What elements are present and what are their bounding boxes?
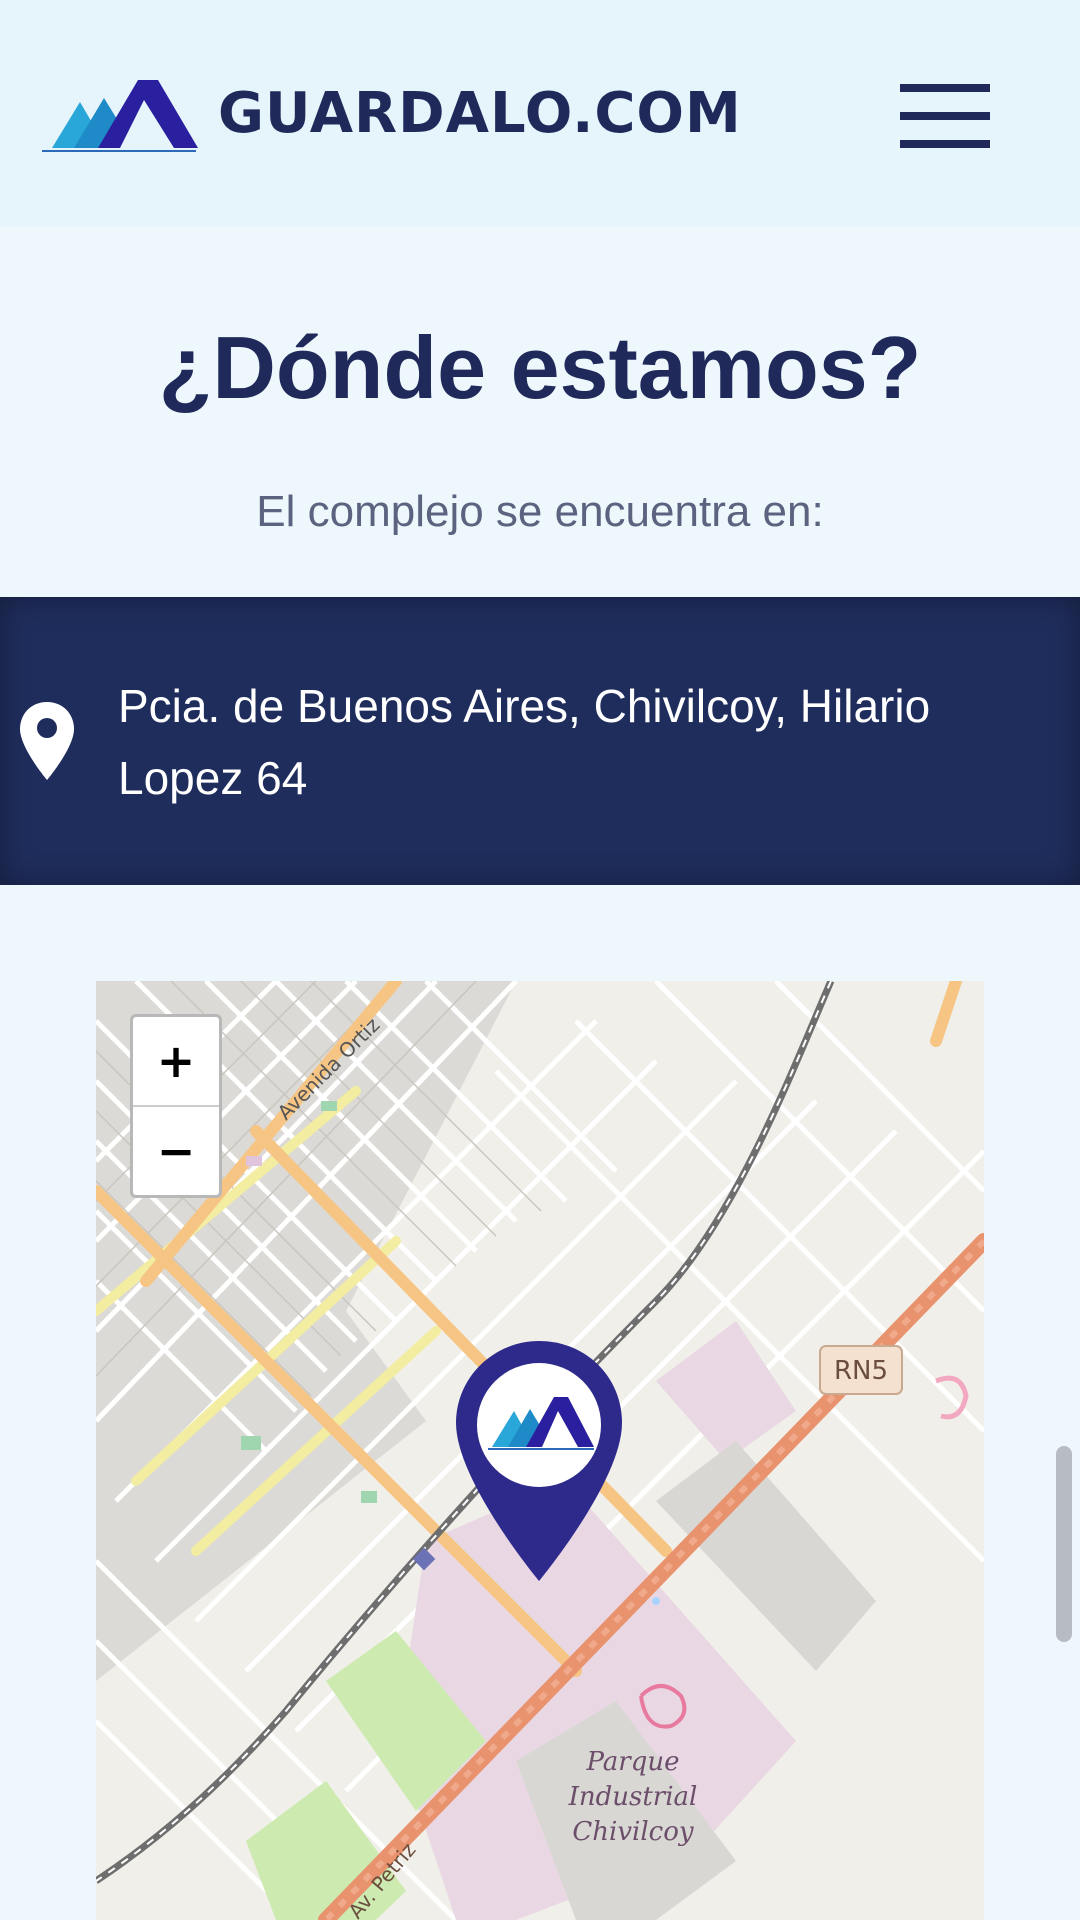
zoom-in-button[interactable]: +: [133, 1017, 219, 1107]
map-label-rn5: RN5: [834, 1356, 888, 1386]
map-label-parque: Parque: [585, 1747, 679, 1777]
map-pin-icon: [20, 702, 74, 780]
zoom-out-button[interactable]: −: [133, 1107, 219, 1195]
page-scrollbar[interactable]: [1056, 1446, 1072, 1642]
map-label-industrial: Industrial: [568, 1782, 698, 1812]
mountain-logo-icon[interactable]: [40, 76, 198, 154]
page-title: ¿Dónde estamos?: [158, 318, 922, 417]
site-header: GUARDALO.COM: [0, 0, 1080, 226]
map-label-chivilcoy: Chivilcoy: [572, 1817, 693, 1847]
zoom-control: + −: [130, 1014, 222, 1198]
map-tiles[interactable]: Avenida Ortiz RN5 Parque Industrial Chiv…: [96, 981, 984, 1920]
brand-name[interactable]: GUARDALO.COM: [218, 78, 742, 150]
location-map[interactable]: Avenida Ortiz RN5 Parque Industrial Chiv…: [96, 981, 984, 1920]
hamburger-menu-icon[interactable]: [900, 82, 994, 148]
page-subtitle: El complejo se encuentra en:: [256, 487, 824, 536]
address-text: Pcia. de Buenos Aires, Chivilcoy, Hilari…: [118, 680, 931, 804]
